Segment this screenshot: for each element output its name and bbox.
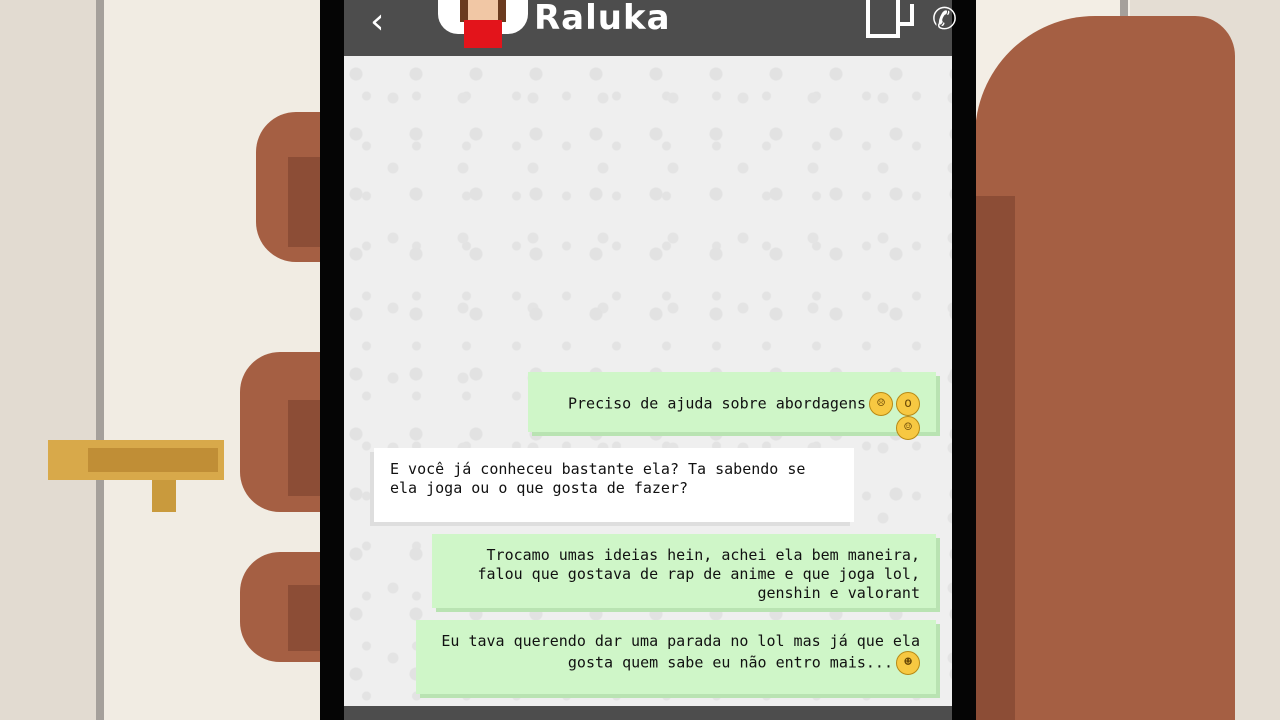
message-text: Eu tava querendo dar uma parada no lol m… <box>441 632 920 672</box>
tongue-out-face-icon: ☻ <box>896 651 920 675</box>
message-bubble-sent: Eu tava querendo dar uma parada no lol m… <box>416 620 936 694</box>
contact-name[interactable]: Raluka <box>534 0 671 38</box>
shushing-face-icon: ☺ <box>896 416 920 440</box>
finger-ring <box>240 552 328 662</box>
chat-header: ‹ Raluka ✆ <box>344 0 957 56</box>
back-chevron-icon[interactable]: ‹ <box>370 4 402 44</box>
contact-avatar[interactable] <box>438 0 528 48</box>
chat-input-bar[interactable] <box>344 706 952 720</box>
door-handle <box>48 440 224 480</box>
finger-index <box>256 112 328 262</box>
door-handle-stem <box>152 480 176 512</box>
message-bubble-sent: Trocamo umas ideias hein, achei ela bem … <box>432 534 936 608</box>
video-call-icon[interactable] <box>866 0 916 40</box>
message-bubble-sent: Preciso de ajuda sobre abordagens ☹ o☺ <box>528 372 936 440</box>
message-text: Preciso de ajuda sobre abordagens <box>567 394 866 413</box>
chat-area[interactable]: Preciso de ajuda sobre abordagens ☹ o☺ E v… <box>344 56 952 706</box>
message-bubble-received: E você já conheceu bastante ela? Ta sabe… <box>374 448 854 522</box>
hand-palm <box>975 16 1235 720</box>
message-text: E você já conheceu bastante ela? Ta sabe… <box>390 460 806 497</box>
phone: ‹ Raluka ✆ Preciso de ajuda sobre aborda… <box>320 0 976 720</box>
message-text: Trocamo umas ideias hein, achei ela bem … <box>477 546 920 602</box>
worried-face-icon: ☹ <box>869 392 893 416</box>
finger-middle <box>240 352 328 512</box>
door-frame-rail <box>96 0 104 720</box>
phone-call-icon[interactable]: ✆ <box>932 2 966 42</box>
screaming-face-icon: o <box>896 392 920 416</box>
